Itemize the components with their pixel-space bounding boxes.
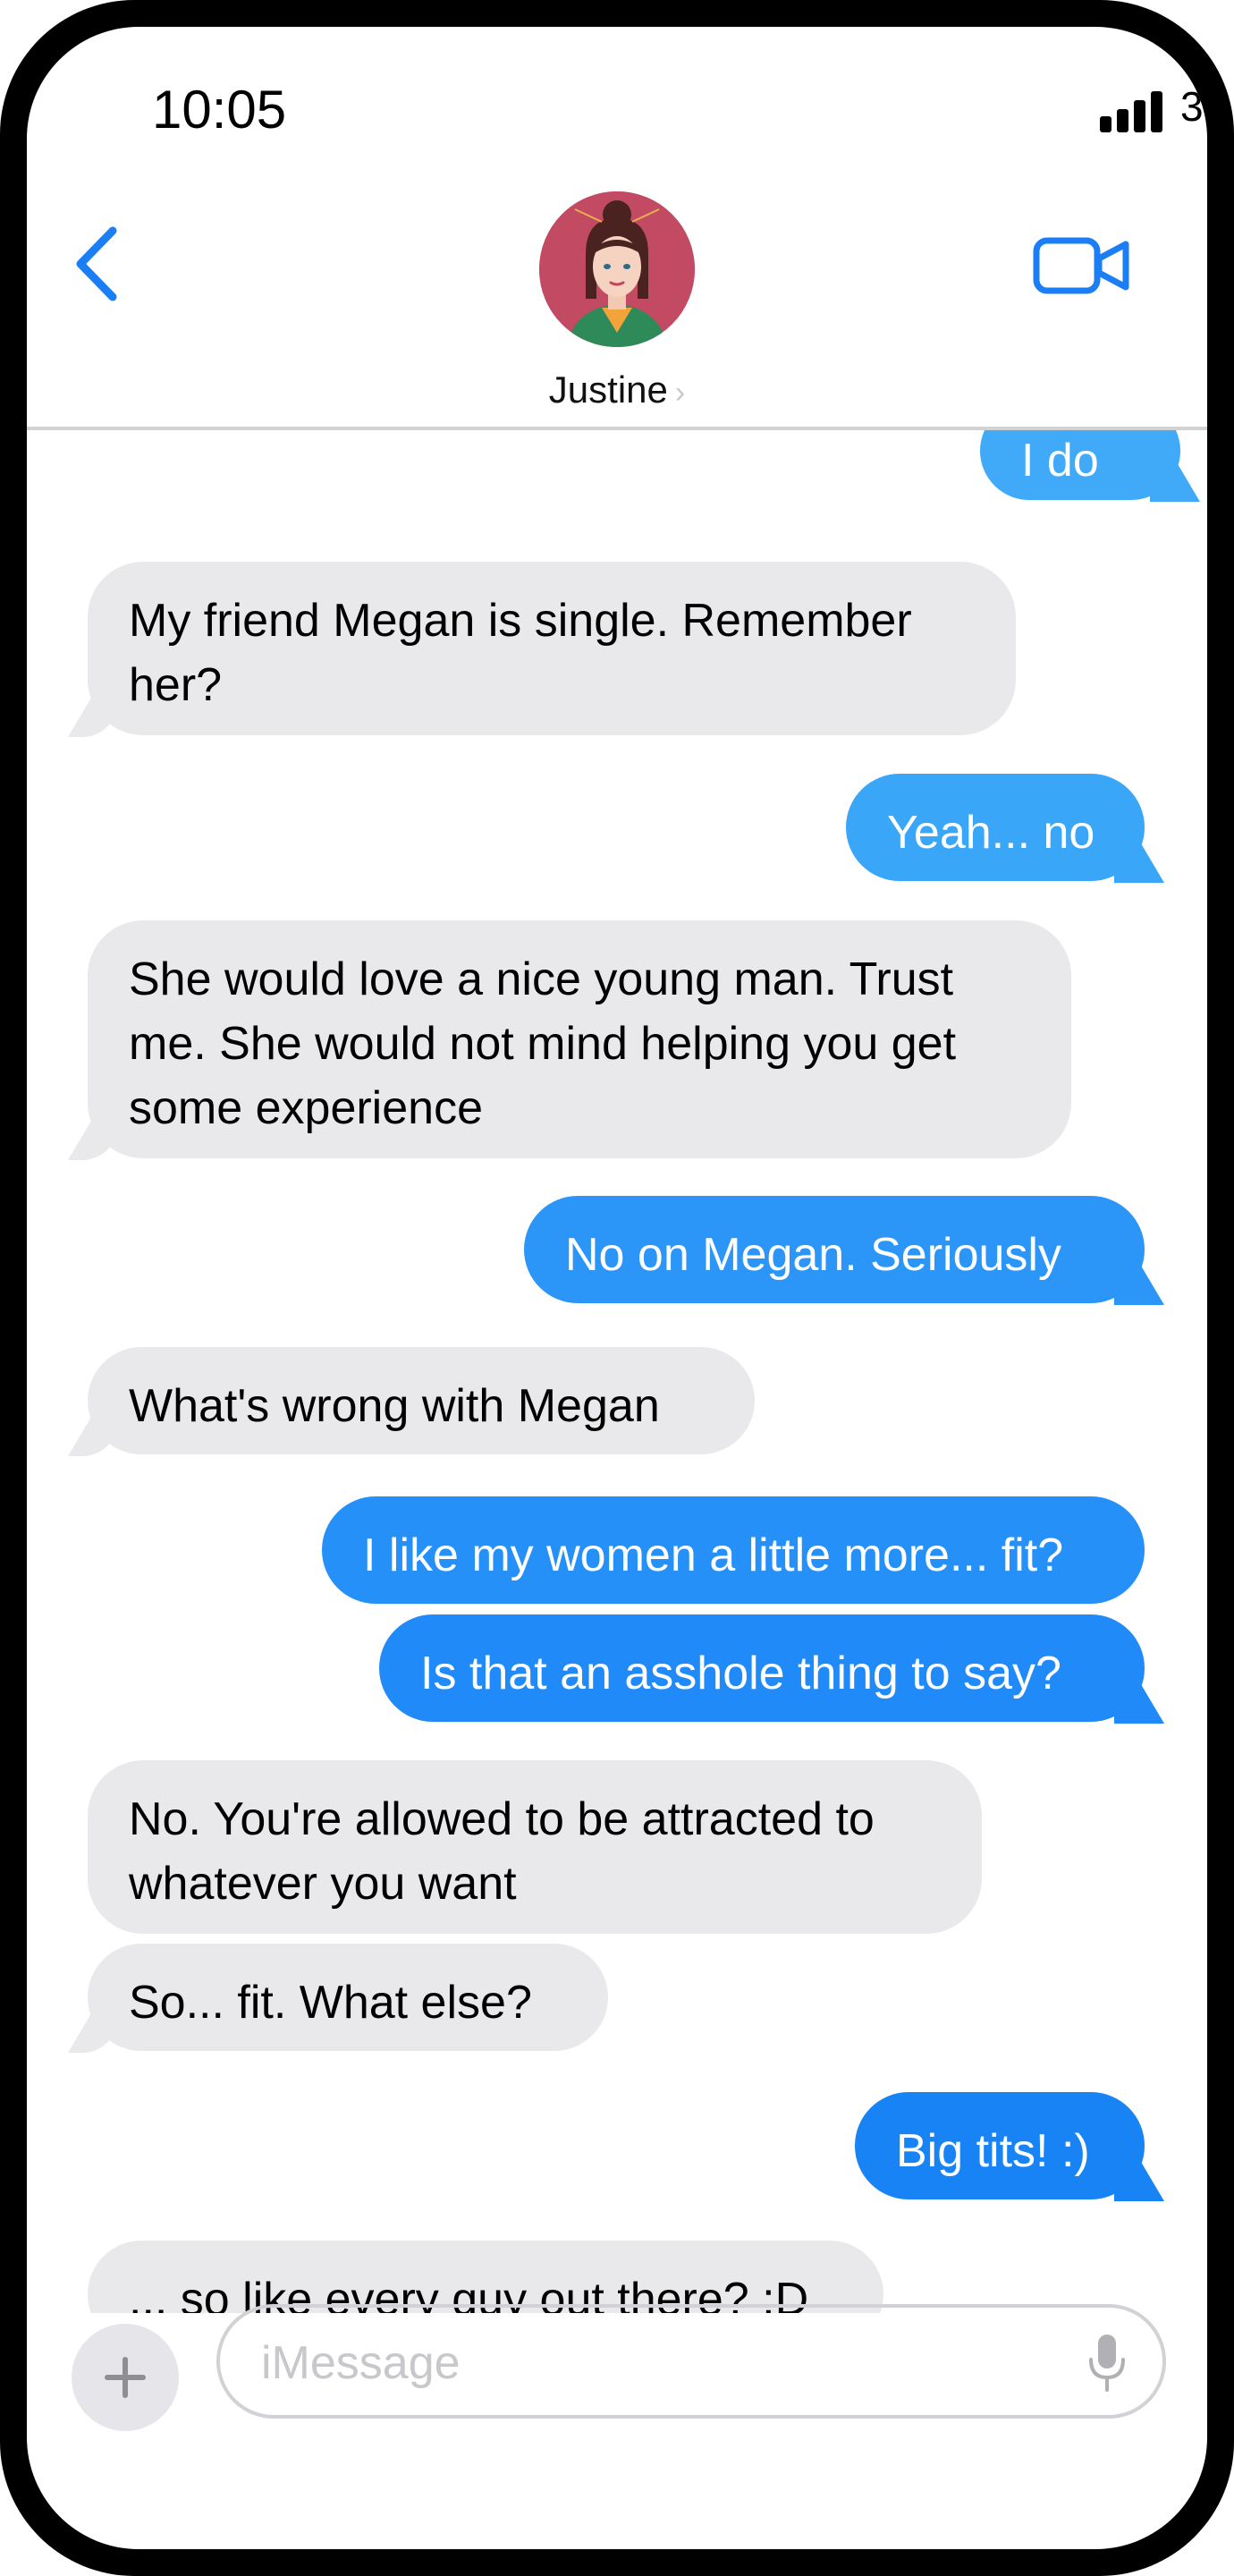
message-bubble-outgoing[interactable]: Is that an asshole thing to say? [379, 1614, 1164, 1724]
message-bubble-outgoing[interactable]: No on Megan. Seriously [524, 1196, 1164, 1305]
message-bubble-incoming[interactable]: What's wrong with Megan [68, 1347, 755, 1456]
chevron-left-icon[interactable] [70, 224, 123, 304]
message-bubble-incoming[interactable]: My friend Megan is single. Remember her? [68, 562, 1016, 737]
message-text: I like my women a little more... fit? [363, 1530, 1064, 1581]
message-text: I do [1021, 435, 1099, 487]
message-text: me. She would not mind helping you get [129, 1018, 957, 1070]
message-list[interactable]: I do My friend Megan is single. Remember… [27, 430, 1207, 2313]
status-time: 10:05 [152, 80, 287, 140]
message-text: She would love a nice young man. Trust [129, 953, 954, 1005]
message-bubble-outgoing[interactable]: Big tits! :) [855, 2092, 1164, 2201]
message-input[interactable]: iMessage [216, 2304, 1166, 2419]
message-text: Yeah... no [887, 807, 1095, 859]
message-text: Big tits! :) [896, 2125, 1090, 2177]
message-text: So... fit. What else? [129, 1977, 532, 2029]
message-bubble-incoming[interactable]: So... fit. What else? [68, 1944, 608, 2053]
message-text: No. You're allowed to be attracted to [129, 1793, 875, 1845]
contact-name[interactable]: Justine › [27, 369, 1207, 411]
message-bubble-outgoing[interactable]: I do [980, 430, 1200, 502]
avatar[interactable] [539, 191, 695, 347]
chevron-right-icon: › [674, 376, 686, 410]
message-bubble-incoming[interactable]: ... so like every guy out there? :D [88, 2241, 883, 2313]
message-text: My friend Megan is single. Remember [129, 595, 912, 647]
message-bubble-outgoing[interactable]: I like my women a little more... fit? [322, 1496, 1145, 1604]
video-camera-icon[interactable] [1033, 228, 1131, 304]
phone-frame: 10:05 3G [0, 0, 1234, 2576]
screen: 10:05 3G [27, 27, 1207, 2549]
message-text: No on Megan. Seriously [565, 1229, 1061, 1281]
microphone-icon[interactable] [1087, 2333, 1127, 2394]
message-bubble-incoming[interactable]: She would love a nice young man. Trust m… [68, 920, 1071, 1160]
network-type: 3G [1180, 83, 1207, 130]
message-text: whatever you want [129, 1858, 517, 1910]
message-input-placeholder: iMessage [261, 2337, 461, 2389]
message-bubble-incoming[interactable]: No. You're allowed to be attracted to wh… [88, 1760, 982, 1934]
contact-name-label: Justine [548, 369, 668, 411]
message-text: What's wrong with Megan [129, 1380, 660, 1432]
plus-icon[interactable] [72, 2324, 179, 2431]
message-text: her? [129, 659, 223, 711]
avatar-illustration [539, 191, 695, 347]
cellular-signal-icon [1100, 88, 1171, 132]
message-text: some experience [129, 1082, 483, 1134]
message-bubble-outgoing[interactable]: Yeah... no [846, 774, 1164, 883]
message-text: Is that an asshole thing to say? [420, 1648, 1061, 1699]
